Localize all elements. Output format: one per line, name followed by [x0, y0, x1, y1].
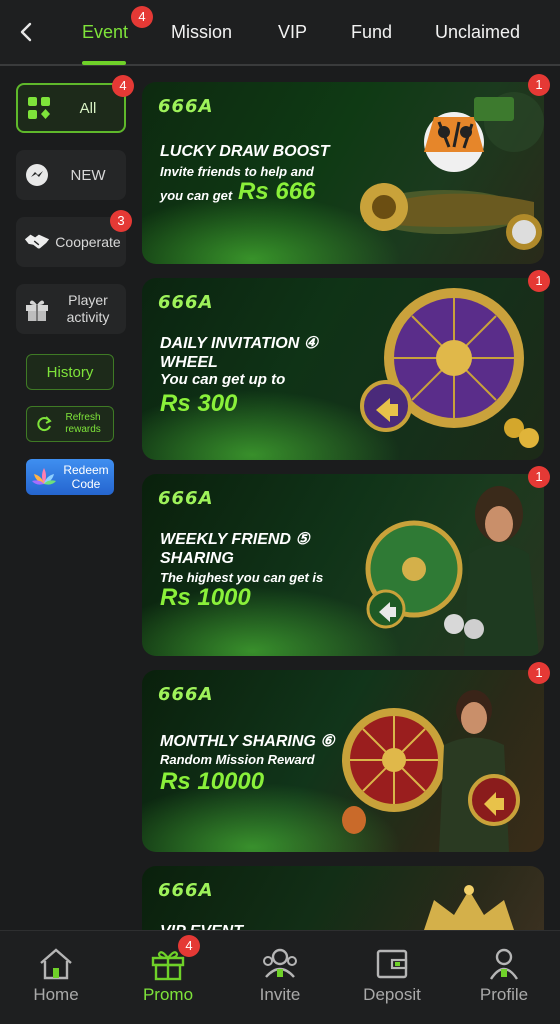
event-banner-lucky-draw[interactable]: 666A LUCKY DRAW BOOST Invite friends to …: [142, 82, 544, 264]
tab-fund[interactable]: Fund: [351, 20, 392, 44]
chevron-left-icon: [20, 22, 32, 42]
history-button[interactable]: History: [26, 354, 114, 390]
tab-event[interactable]: Event: [82, 20, 128, 44]
messenger-icon: [24, 162, 50, 188]
nav-promo[interactable]: Promo: [123, 947, 213, 1005]
tab-mission[interactable]: Mission: [171, 20, 232, 44]
banner-amount: Rs 1000: [160, 584, 251, 611]
brand-logo: 666A: [158, 488, 214, 509]
nav-invite[interactable]: Invite: [235, 947, 325, 1005]
red-wheel-illustration: [342, 690, 520, 852]
gift-icon: [123, 947, 213, 981]
sidebar-item-label: All: [79, 99, 97, 117]
tab-event-badge: 4: [131, 6, 153, 28]
lotus-icon: [32, 468, 56, 485]
banner-subtitle-2: you can get: [160, 188, 233, 203]
bottom-nav: Home Promo 4 Invite Deposit Profile: [0, 930, 560, 1024]
nav-label: Deposit: [363, 985, 421, 1004]
nav-label: Invite: [259, 985, 301, 1004]
sidebar-item-label: Player activity: [66, 292, 110, 325]
back-button[interactable]: [12, 18, 40, 46]
nav-label: Promo: [142, 985, 194, 1004]
banner-title: LUCKY DRAW BOOST: [160, 143, 330, 160]
tab-mission-label: Mission: [171, 22, 233, 42]
redeem-code-label: Redeem Code: [63, 463, 109, 491]
nav-label: Home: [33, 985, 79, 1004]
tab-event-label: Event: [82, 22, 129, 42]
brand-logo: 666A: [158, 292, 214, 313]
event-banner-monthly-sharing[interactable]: 666A MONTHLY SHARING ⑥ Random Mission Re…: [142, 670, 544, 852]
banner-badge: 1: [528, 662, 550, 684]
gift-icon: [24, 296, 50, 322]
banner-title: WEEKLY FRIEND ⑤ SHARING: [160, 531, 310, 567]
nav-label: Profile: [479, 985, 529, 1004]
tab-fund-label: Fund: [351, 22, 393, 42]
history-label: History: [46, 363, 94, 381]
refresh-rewards-button[interactable]: Refresh rewards: [26, 406, 114, 442]
banner-subtitle: You can get up to: [160, 371, 286, 388]
tab-unclaimed-label: Unclaimed: [435, 22, 521, 42]
banner-amount: Rs 10000: [160, 768, 265, 795]
sidebar-item-player-activity[interactable]: Player activity: [16, 284, 126, 334]
banner-title: VIP EVENT: [160, 922, 350, 930]
banner-badge: 1: [528, 270, 550, 292]
brand-logo: 666A: [158, 684, 214, 705]
banner-badge: 1: [528, 466, 550, 488]
grid-icon: [26, 95, 52, 121]
sidebar-item-cooperate[interactable]: Cooperate: [16, 217, 126, 267]
wallet-icon: [347, 947, 437, 981]
wheel-and-woman-illustration: [365, 486, 539, 656]
sidebar-cooperate-badge: 3: [110, 210, 132, 232]
tiger-plane-illustration: [360, 92, 544, 250]
refresh-icon: [37, 416, 52, 432]
sidebar-all-badge: 4: [112, 75, 134, 97]
redeem-code-button[interactable]: Redeem Code: [26, 459, 114, 495]
brand-logo: 666A: [158, 880, 214, 901]
sidebar-item-label: NEW: [70, 166, 106, 184]
event-banner-daily-wheel[interactable]: 666A DAILY INVITATION ④ WHEEL You can ge…: [142, 278, 544, 460]
tab-vip-label: VIP: [278, 22, 308, 42]
sidebar-item-all[interactable]: All: [16, 83, 126, 133]
banner-title: MONTHLY SHARING ⑥: [160, 733, 335, 750]
handshake-icon: [24, 229, 50, 255]
invite-icon: [235, 947, 325, 981]
nav-deposit[interactable]: Deposit: [347, 947, 437, 1005]
top-tab-bar: Event 4 Mission VIP Fund Unclaimed: [0, 0, 560, 66]
refresh-rewards-label: Refresh rewards: [65, 412, 101, 435]
tab-vip[interactable]: VIP: [278, 20, 307, 44]
vip-crown-illustration: [424, 885, 514, 930]
sidebar-item-new[interactable]: NEW: [16, 150, 126, 200]
home-icon: [11, 947, 101, 981]
banner-amount: Rs 666: [238, 178, 316, 205]
event-banner-weekly-sharing[interactable]: 666A WEEKLY FRIEND ⑤ SHARING The highest…: [142, 474, 544, 656]
event-banner-vip[interactable]: 666A VIP EVENT: [142, 866, 544, 930]
profile-icon: [459, 947, 549, 981]
nav-promo-badge: 4: [178, 935, 200, 957]
banner-badge: 1: [528, 74, 550, 96]
prize-wheel-illustration: [360, 288, 539, 448]
nav-home[interactable]: Home: [11, 947, 101, 1005]
banner-title: DAILY INVITATION ④ WHEEL: [160, 335, 319, 371]
banner-subtitle: Random Mission Reward: [160, 752, 315, 767]
nav-profile[interactable]: Profile: [459, 947, 549, 1005]
sidebar-item-label: Cooperate: [55, 233, 121, 250]
tab-unclaimed[interactable]: Unclaimed: [435, 20, 520, 44]
banner-amount: Rs 300: [160, 390, 238, 417]
active-tab-indicator: [82, 61, 126, 65]
brand-logo: 666A: [158, 96, 214, 117]
